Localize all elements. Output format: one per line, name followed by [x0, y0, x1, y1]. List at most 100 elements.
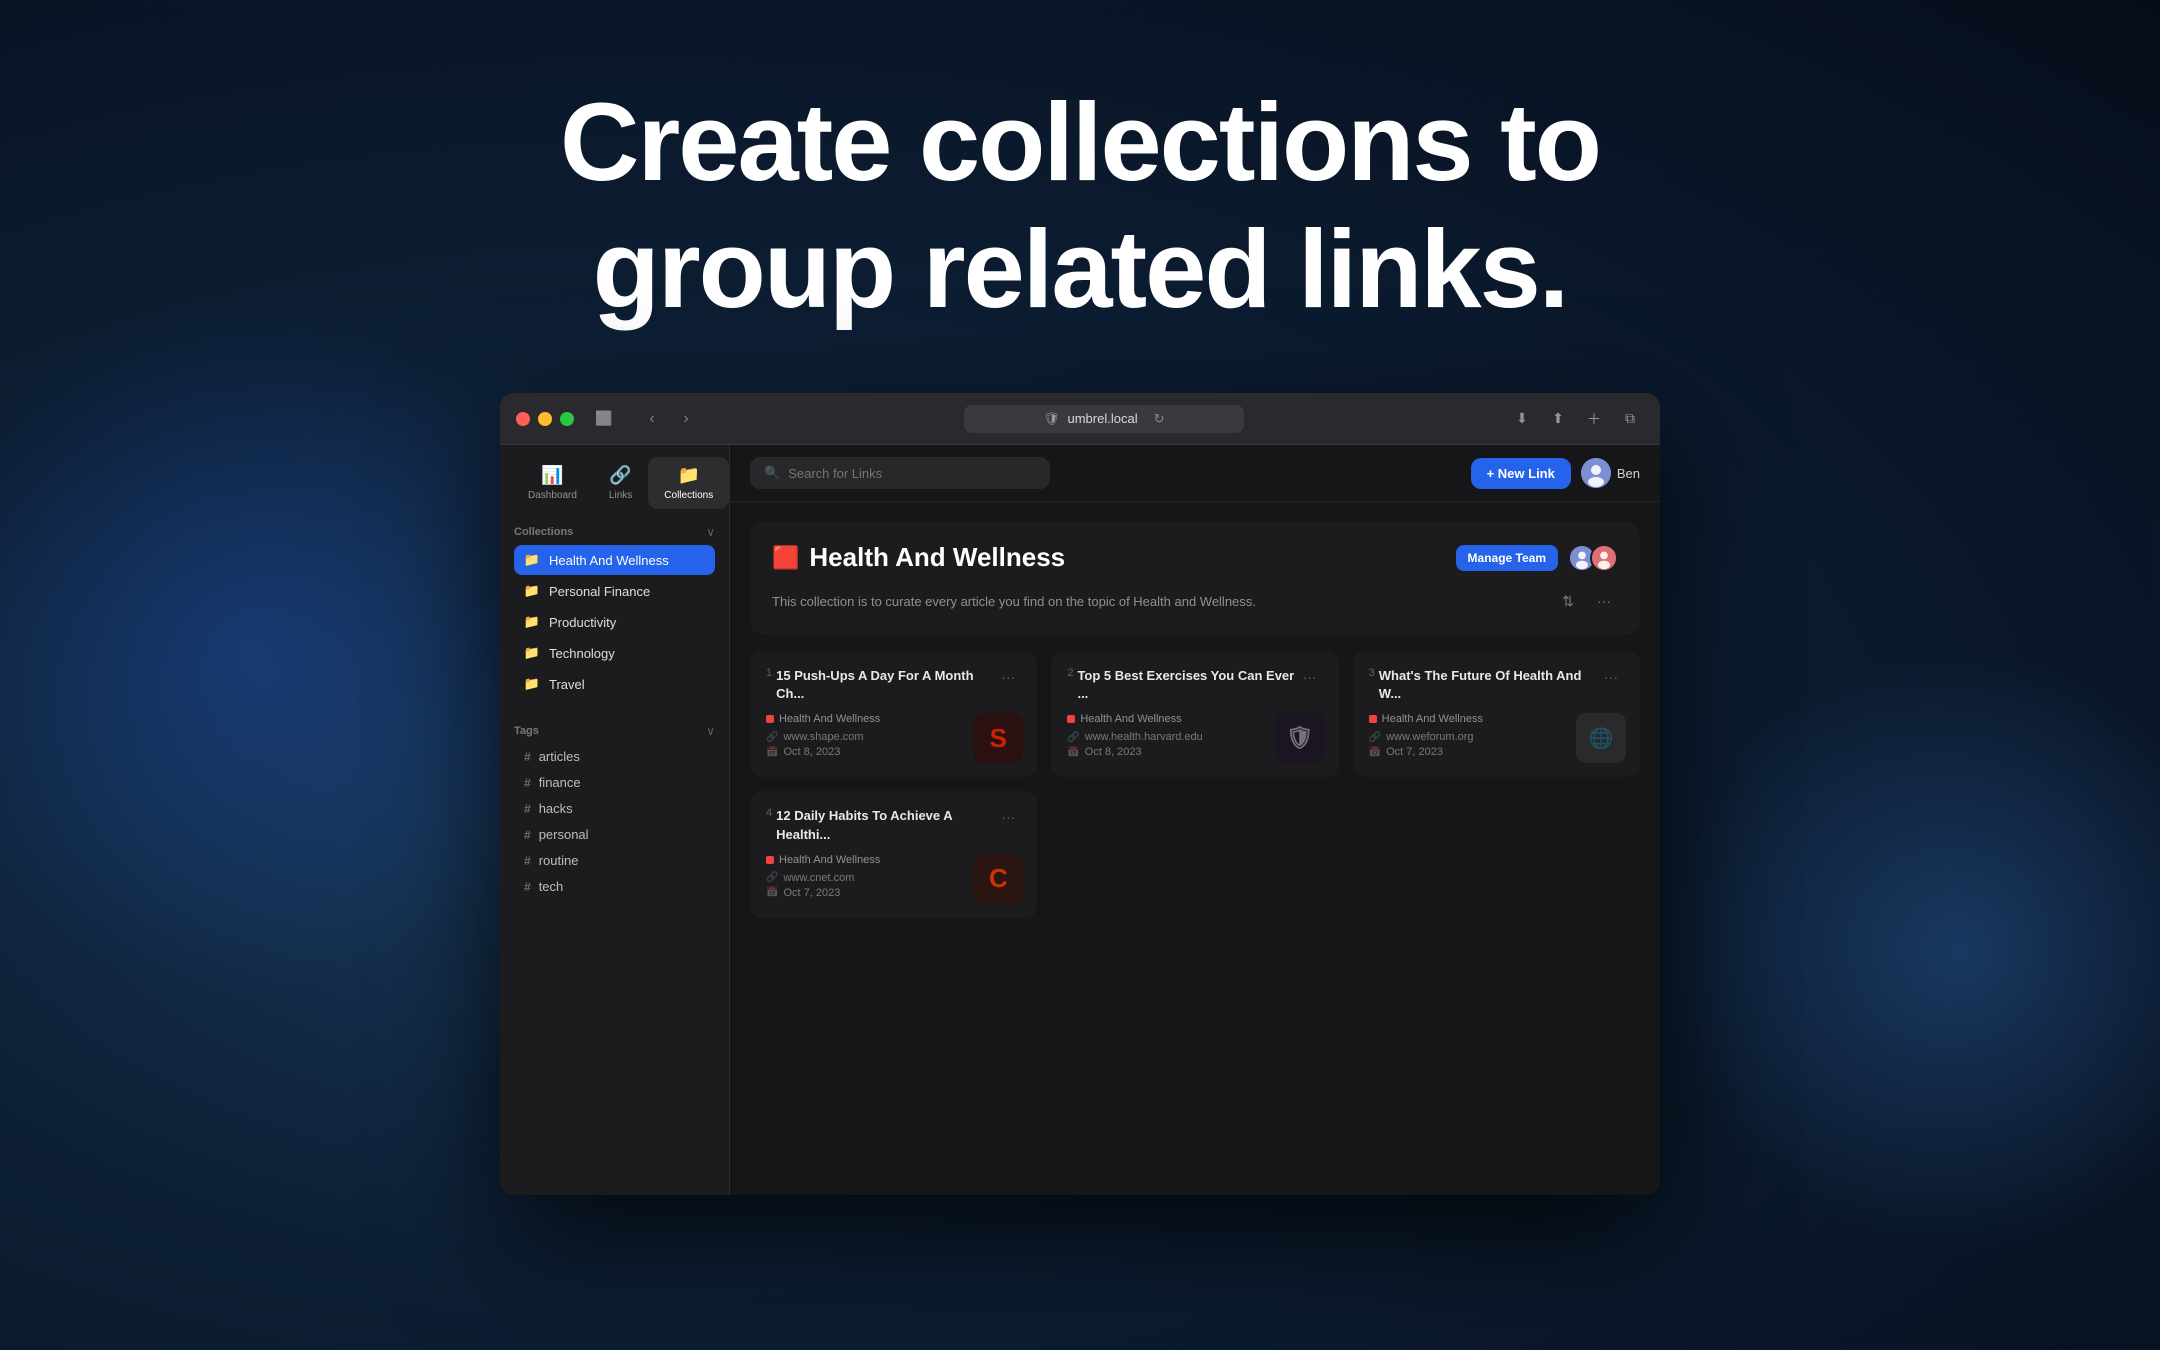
link-date-icon-4: 📅: [766, 887, 778, 898]
browser-chrome: ⬜ ‹ › 🛡 umbrel.local ↻ ⬇ ⬆ ＋ ⧉: [500, 393, 1660, 445]
avatar-svg: [1581, 458, 1611, 488]
address-bar-inner[interactable]: 🛡 umbrel.local ↻: [964, 405, 1244, 433]
tab-links[interactable]: 🔗 Links: [593, 457, 648, 509]
sidebar-item-label-finance: Personal Finance: [549, 584, 650, 599]
collections-section-header: Collections ∨: [514, 525, 715, 539]
browser-back-button[interactable]: ‹: [638, 405, 666, 433]
link-menu-button-2[interactable]: ···: [1297, 667, 1323, 687]
link-card-4-header: 4 12 Daily Habits To Achieve A Healthi..…: [766, 807, 1021, 843]
nav-tabs: 📊 Dashboard 🔗 Links 📁 Collections: [500, 445, 729, 509]
team-avatars: [1568, 544, 1618, 572]
tag-hash-personal: #: [524, 828, 531, 842]
more-options-button[interactable]: ···: [1590, 587, 1618, 615]
search-input[interactable]: [788, 466, 1036, 481]
link-card-2[interactable]: 2 Top 5 Best Exercises You Can Ever ... …: [1051, 651, 1338, 777]
sidebar-toggle-icon[interactable]: ⬜: [590, 405, 618, 433]
sidebar-item-health-and-wellness[interactable]: 📁 Health And Wellness: [514, 545, 715, 575]
link-card-3[interactable]: 3 What's The Future Of Health And W... ·…: [1353, 651, 1640, 777]
collection-title-row: 🟥 Health And Wellness Manage Team: [772, 542, 1618, 573]
traffic-light-close[interactable]: [516, 412, 530, 426]
sidebar-item-productivity[interactable]: 📁 Productivity: [514, 607, 715, 637]
collection-description: This collection is to curate every artic…: [772, 594, 1554, 609]
browser-download-button[interactable]: ⬇: [1508, 405, 1536, 433]
collection-header: 🟥 Health And Wellness Manage Team: [750, 522, 1640, 635]
link-thumbnail-4: C: [973, 854, 1023, 904]
tag-routine[interactable]: # routine: [514, 848, 715, 873]
badge-label-2: Health And Wellness: [1080, 713, 1181, 725]
links-icon: 🔗: [609, 465, 631, 486]
tags-section-arrow[interactable]: ∨: [706, 724, 715, 738]
tag-hash-hacks: #: [524, 802, 531, 816]
link-date-text-4: Oct 7, 2023: [783, 887, 840, 899]
badge-dot-4: [766, 856, 774, 864]
hero-title: Create collections to group related link…: [560, 80, 1600, 333]
badge-label-1: Health And Wellness: [779, 713, 880, 725]
dashboard-icon: 📊: [541, 465, 563, 486]
collection-title-actions: Manage Team: [1456, 544, 1618, 572]
shield-icon: 🛡: [1044, 411, 1060, 427]
link-number-1: 1: [766, 667, 772, 679]
links-grid: 1 15 Push-Ups A Day For A Month Ch... ··…: [750, 651, 1640, 918]
tag-hash-articles: #: [524, 750, 531, 764]
badge-label-3: Health And Wellness: [1382, 713, 1483, 725]
tag-hacks[interactable]: # hacks: [514, 796, 715, 821]
browser-new-tab-button[interactable]: ＋: [1580, 405, 1608, 433]
link-date-icon-3: 📅: [1369, 747, 1381, 758]
description-actions: ⇅ ···: [1554, 587, 1618, 615]
folder-icon-productivity: 📁: [524, 614, 540, 630]
new-link-button[interactable]: + New Link: [1471, 458, 1571, 489]
manage-team-button[interactable]: Manage Team: [1456, 545, 1558, 571]
browser-tabs-button[interactable]: ⧉: [1616, 405, 1644, 433]
tab-collections[interactable]: 📁 Collections: [648, 457, 729, 509]
link-url-text-2: www.health.harvard.edu: [1085, 731, 1203, 743]
link-menu-button-4[interactable]: ···: [995, 807, 1021, 827]
sidebar-item-personal-finance[interactable]: 📁 Personal Finance: [514, 576, 715, 606]
collections-section-arrow[interactable]: ∨: [706, 525, 715, 539]
toolbar-right: + New Link Ben: [1471, 458, 1640, 489]
user-name: Ben: [1617, 466, 1640, 481]
collection-description-row: This collection is to curate every artic…: [772, 587, 1618, 615]
tag-label-hacks: hacks: [539, 801, 573, 816]
browser-forward-button[interactable]: ›: [672, 405, 700, 433]
link-menu-button-1[interactable]: ···: [995, 667, 1021, 687]
link-title-3: What's The Future Of Health And W...: [1379, 667, 1598, 703]
tab-collections-label: Collections: [664, 490, 713, 501]
link-number-2: 2: [1067, 667, 1073, 679]
collections-section-title: Collections: [514, 526, 573, 538]
sidebar: 📊 Dashboard 🔗 Links 📁 Collections Collec…: [500, 445, 730, 1195]
search-bar[interactable]: 🔍: [750, 457, 1050, 489]
link-title-4: 12 Daily Habits To Achieve A Healthi...: [776, 807, 995, 843]
browser-window: ⬜ ‹ › 🛡 umbrel.local ↻ ⬇ ⬆ ＋ ⧉ 📊: [500, 393, 1660, 1195]
tab-dashboard[interactable]: 📊 Dashboard: [512, 457, 593, 509]
tag-label-tech: tech: [539, 879, 564, 894]
hero-line2: group related links.: [593, 208, 1568, 331]
tag-finance[interactable]: # finance: [514, 770, 715, 795]
link-date-text-1: Oct 8, 2023: [783, 746, 840, 758]
link-card-2-header: 2 Top 5 Best Exercises You Can Ever ... …: [1067, 667, 1322, 703]
sidebar-item-travel[interactable]: 📁 Travel: [514, 669, 715, 699]
badge-dot-1: [766, 715, 774, 723]
link-url-icon-3: 🔗: [1369, 732, 1381, 743]
tag-articles[interactable]: # articles: [514, 744, 715, 769]
browser-address-bar: 🛡 umbrel.local ↻: [712, 405, 1496, 433]
collection-title-text: Health And Wellness: [809, 542, 1065, 573]
link-url-text-3: www.weforum.org: [1386, 731, 1473, 743]
tag-personal[interactable]: # personal: [514, 822, 715, 847]
link-card-1[interactable]: 1 15 Push-Ups A Day For A Month Ch... ··…: [750, 651, 1037, 777]
tag-tech[interactable]: # tech: [514, 874, 715, 899]
collections-section: Collections ∨ 📁 Health And Wellness 📁 Pe…: [500, 509, 729, 708]
link-thumbnail-1: S: [973, 713, 1023, 763]
link-number-3: 3: [1369, 667, 1375, 679]
link-card-4[interactable]: 4 12 Daily Habits To Achieve A Healthi..…: [750, 791, 1037, 917]
traffic-light-maximize[interactable]: [560, 412, 574, 426]
sort-button[interactable]: ⇅: [1554, 587, 1582, 615]
hero-line1: Create collections to: [560, 81, 1600, 204]
link-title-1: 15 Push-Ups A Day For A Month Ch...: [776, 667, 995, 703]
sidebar-item-technology[interactable]: 📁 Technology: [514, 638, 715, 668]
main-toolbar: 🔍 + New Link Be: [730, 445, 1660, 502]
browser-nav: ‹ ›: [638, 405, 700, 433]
browser-share-button[interactable]: ⬆: [1544, 405, 1572, 433]
link-menu-button-3[interactable]: ···: [1598, 667, 1624, 687]
traffic-light-minimize[interactable]: [538, 412, 552, 426]
tags-section-title: Tags: [514, 725, 539, 737]
